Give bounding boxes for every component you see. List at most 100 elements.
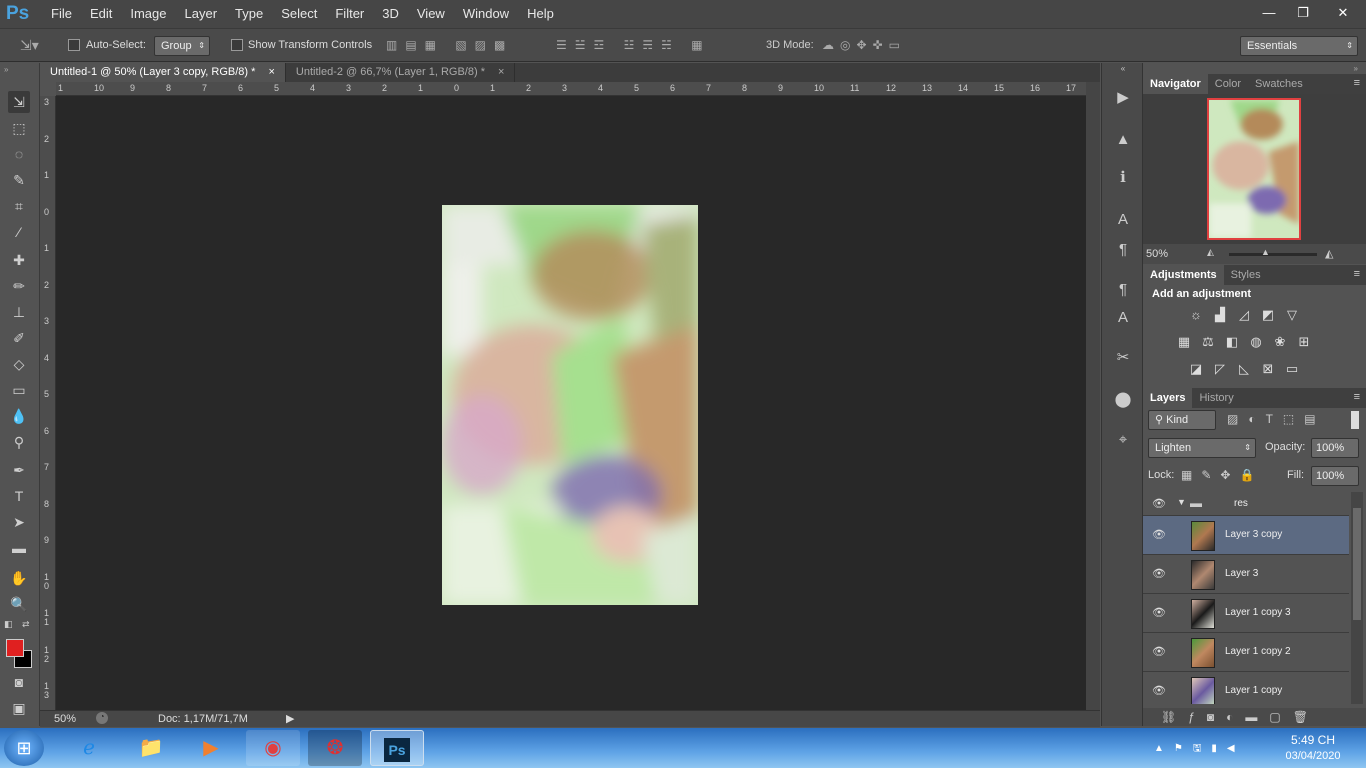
color-lookup-icon[interactable]: ⊞ bbox=[1295, 333, 1313, 351]
tab-adjustments[interactable]: Adjustments bbox=[1143, 265, 1224, 285]
measurement-icon[interactable]: ⌖ bbox=[1112, 429, 1134, 451]
tab-layers[interactable]: Layers bbox=[1143, 388, 1193, 408]
invert-icon[interactable]: ◪ bbox=[1187, 360, 1205, 378]
eye-icon[interactable]: 👁 bbox=[1152, 497, 1166, 511]
menu-file[interactable]: File bbox=[42, 0, 81, 28]
exposure-icon[interactable]: ◩ bbox=[1259, 306, 1277, 324]
brightness-contrast-icon[interactable]: ☼ bbox=[1187, 306, 1205, 324]
opacity-input[interactable]: 100% bbox=[1311, 438, 1359, 458]
distribute-icons[interactable]: ☰☱☲ ☳☴☵ ▦ bbox=[556, 38, 711, 52]
tab-swatches[interactable]: Swatches bbox=[1248, 74, 1310, 94]
layer-row-layer-1-copy-3[interactable]: 👁 Layer 1 copy 3 bbox=[1143, 594, 1349, 633]
eyedropper-tool-icon[interactable]: ⁄ bbox=[8, 221, 30, 243]
internet-explorer-icon[interactable]: ℯ bbox=[62, 730, 116, 766]
layer-row-layer-1-copy[interactable]: 👁 Layer 1 copy bbox=[1143, 672, 1349, 704]
menu-help[interactable]: Help bbox=[518, 0, 563, 28]
panel-menu-icon[interactable]: ≡ bbox=[1354, 77, 1360, 89]
file-explorer-icon[interactable]: 📁 bbox=[124, 730, 178, 766]
layer-group-res[interactable]: 👁 ▼ ▬ res bbox=[1143, 492, 1349, 516]
menu-filter[interactable]: Filter bbox=[326, 0, 373, 28]
gradient-map-icon[interactable]: ▭ bbox=[1283, 360, 1301, 378]
tool-presets-icon[interactable]: ✂ bbox=[1112, 347, 1134, 369]
filter-toggle[interactable] bbox=[1351, 411, 1359, 429]
tab-history[interactable]: History bbox=[1192, 388, 1240, 408]
move-tool-preset-icon[interactable]: ⇲▾ bbox=[20, 37, 39, 54]
vertical-scrollbar[interactable] bbox=[1086, 82, 1100, 710]
eye-icon[interactable]: 👁 bbox=[1152, 645, 1166, 659]
zoom-level[interactable]: 50% bbox=[54, 713, 76, 725]
collapse-toolbox-icon[interactable]: » bbox=[4, 65, 8, 74]
photoshop-taskbar-icon[interactable]: Ps bbox=[370, 730, 424, 766]
blend-mode-dropdown[interactable]: Lighten ⇕ bbox=[1148, 438, 1256, 458]
workspace-dropdown[interactable]: Essentials ⇕ bbox=[1240, 36, 1358, 56]
paragraph-styles-icon[interactable]: ¶ bbox=[1112, 279, 1134, 301]
menu-window[interactable]: Window bbox=[454, 0, 518, 28]
channel-mixer-icon[interactable]: ❀ bbox=[1271, 333, 1289, 351]
curves-icon[interactable]: ◿ bbox=[1235, 306, 1253, 324]
marquee-tool-icon[interactable]: ⬚ bbox=[8, 117, 30, 139]
status-info-icon[interactable]: ◔ bbox=[96, 712, 108, 724]
paragraph-icon[interactable]: ¶ bbox=[1112, 239, 1134, 261]
layers-scroll-thumb[interactable] bbox=[1353, 508, 1361, 620]
black-white-icon[interactable]: ◧ bbox=[1223, 333, 1241, 351]
3d-panel-icon[interactable]: ⬤ bbox=[1112, 389, 1134, 411]
status-menu-arrow-icon[interactable]: ▶ bbox=[286, 712, 294, 725]
navigator-preview[interactable] bbox=[1207, 98, 1301, 240]
auto-select-dropdown[interactable]: Group ⇕ bbox=[154, 36, 210, 56]
menu-image[interactable]: Image bbox=[121, 0, 175, 28]
histogram-icon[interactable]: ▲ bbox=[1112, 129, 1134, 151]
tab-navigator[interactable]: Navigator bbox=[1143, 74, 1208, 94]
zoom-out-icon[interactable]: ◭ bbox=[1207, 247, 1214, 258]
panel-menu-icon[interactable]: ≡ bbox=[1354, 391, 1360, 403]
lasso-tool-icon[interactable]: ◌ bbox=[8, 143, 30, 165]
show-transform-checkbox[interactable] bbox=[231, 39, 243, 52]
tab-untitled-2[interactable]: Untitled-2 @ 66,7% (Layer 1, RGB/8) * × bbox=[286, 63, 516, 82]
3d-mode-icons[interactable]: ☁◎✥✜▭ bbox=[822, 38, 906, 52]
menu-select[interactable]: Select bbox=[272, 0, 326, 28]
quick-mask-icon[interactable]: ◙ bbox=[8, 671, 30, 693]
chrome-icon[interactable]: ◉ bbox=[246, 730, 300, 766]
collapse-dock-icon[interactable]: « bbox=[1112, 64, 1134, 74]
zoom-in-icon[interactable]: ◭ bbox=[1325, 247, 1333, 260]
character-styles-icon[interactable]: A bbox=[1112, 307, 1134, 329]
menu-layer[interactable]: Layer bbox=[176, 0, 227, 28]
photo-filter-icon[interactable]: ◍ bbox=[1247, 333, 1265, 351]
align-icons[interactable]: ▥▤▦ ▧▨▩ bbox=[386, 38, 513, 52]
healing-brush-tool-icon[interactable]: ✚ bbox=[8, 249, 30, 271]
posterize-icon[interactable]: ◸ bbox=[1211, 360, 1229, 378]
default-colors-icon[interactable]: ◧ bbox=[4, 619, 13, 630]
history-brush-tool-icon[interactable]: ✐ bbox=[8, 327, 30, 349]
menu-type[interactable]: Type bbox=[226, 0, 272, 28]
character-icon[interactable]: A bbox=[1112, 209, 1134, 231]
gradient-tool-icon[interactable]: ▭ bbox=[8, 379, 30, 401]
path-selection-tool-icon[interactable]: ➤ bbox=[8, 511, 30, 533]
menu-edit[interactable]: Edit bbox=[81, 0, 121, 28]
move-tool-icon[interactable]: ⇲ bbox=[8, 91, 30, 113]
layer-row-layer-3[interactable]: 👁 Layer 3 bbox=[1143, 555, 1349, 594]
zoom-tool-icon[interactable]: 🔍 bbox=[8, 593, 30, 615]
menu-3d[interactable]: 3D bbox=[373, 0, 408, 28]
eye-icon[interactable]: 👁 bbox=[1152, 567, 1166, 581]
collapse-panels-icon[interactable]: » bbox=[1354, 64, 1358, 73]
screen-mode-icon[interactable]: ▣ bbox=[8, 697, 30, 719]
hue-saturation-icon[interactable]: ▦ bbox=[1175, 333, 1193, 351]
vibrance-icon[interactable]: ▽ bbox=[1283, 306, 1301, 324]
minimize-button[interactable]: — bbox=[1252, 0, 1286, 26]
zoom-slider-handle[interactable]: ▲ bbox=[1261, 247, 1270, 257]
restore-button[interactable]: ❐ bbox=[1286, 0, 1320, 26]
eye-icon[interactable]: 👁 bbox=[1152, 606, 1166, 620]
eye-icon[interactable]: 👁 bbox=[1152, 684, 1166, 698]
garena-icon[interactable]: ❂ bbox=[308, 730, 362, 766]
foreground-color-swatch[interactable] bbox=[6, 639, 24, 657]
zoom-slider[interactable] bbox=[1229, 253, 1317, 256]
layer-row-layer-1-copy-2[interactable]: 👁 Layer 1 copy 2 bbox=[1143, 633, 1349, 672]
layer-kind-filter[interactable]: ⚲ Kind bbox=[1148, 410, 1216, 430]
tab-close-icon[interactable]: × bbox=[268, 66, 274, 78]
layers-scrollbar[interactable] bbox=[1351, 492, 1363, 704]
close-button[interactable]: ✕ bbox=[1320, 0, 1366, 26]
system-tray-icons[interactable]: ▲⚑🖫▮◀ bbox=[1154, 741, 1245, 758]
layer-footer-icons[interactable]: ⛓ƒ◙◐▬▢🗑 bbox=[1161, 710, 1320, 724]
clock-time[interactable]: 5:49 CH bbox=[1280, 733, 1346, 747]
lock-icons[interactable]: ▦✎✥🔒 bbox=[1181, 468, 1263, 482]
media-player-icon[interactable]: ▶ bbox=[184, 730, 238, 766]
